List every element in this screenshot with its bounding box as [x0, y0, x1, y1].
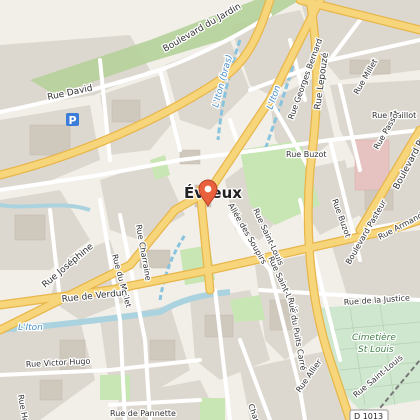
street-label: Rue Buzot	[286, 150, 327, 159]
parking-letter: P	[69, 114, 77, 127]
street-label: Rue de Pannette	[110, 409, 176, 418]
street-label: L'Iton	[18, 323, 43, 333]
parking-marker[interactable]: P	[66, 113, 79, 127]
map-canvas[interactable]: Rue David Boulevard du Jardin L'Iton (br…	[0, 0, 420, 420]
cemetery-label-line2: St Louis	[358, 345, 394, 355]
cemetery-label-line1: Cimetière	[352, 332, 396, 343]
road-shield: D 1013	[349, 409, 389, 420]
map-pin-dot	[204, 185, 212, 193]
road-shield-label: D 1013	[354, 412, 383, 420]
map-viewport[interactable]: Rue David Boulevard du Jardin L'Iton (br…	[0, 0, 420, 420]
